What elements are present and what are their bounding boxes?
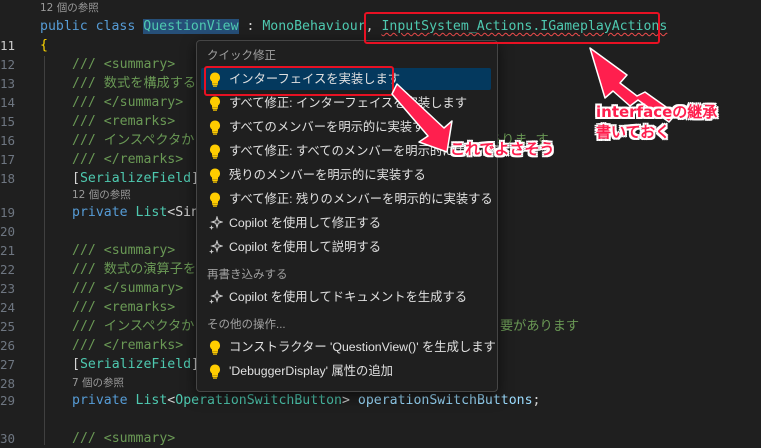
annotation-arrows bbox=[391, 47, 677, 153]
annotation-interface-note-line2: 書いておく bbox=[596, 123, 671, 141]
annotation-choice-note: これでよさそう bbox=[450, 140, 555, 158]
annotation-interface-note-line1: interfaceの継承 bbox=[596, 103, 718, 121]
arrow-to-menu-item bbox=[391, 83, 453, 153]
